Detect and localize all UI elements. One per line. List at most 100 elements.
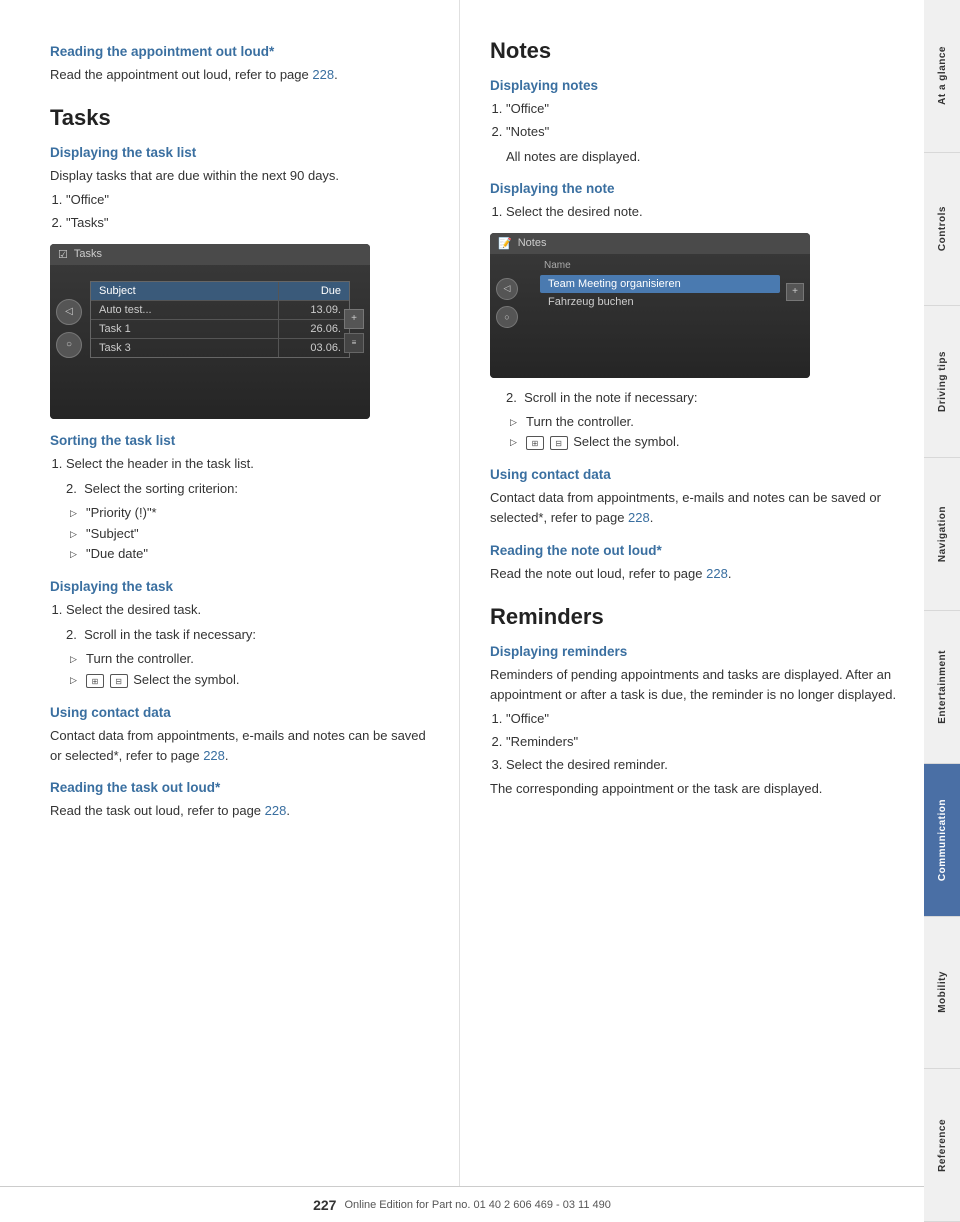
displaying-notes-steps: "Office" "Notes" [506, 99, 904, 143]
col-due-header: Due [279, 282, 349, 300]
symbol-icon-1: ⊞ [86, 674, 104, 688]
displaying-task-bullets: Turn the controller. ⊞ ⊟ Select the symb… [70, 649, 429, 691]
reading-note-loud-body: Read the note out loud, refer to page 22… [490, 564, 904, 584]
note-turn-controller: Turn the controller. [510, 412, 904, 433]
sorting-priority: "Priority (!)"* [70, 503, 429, 524]
notes-item-2: Fahrzeug buchen [540, 293, 780, 311]
sidebar-item-reference[interactable]: Reference [924, 1069, 960, 1222]
displaying-task-list-body: Display tasks that are due within the ne… [50, 166, 429, 186]
notes-icon: 📝 [498, 237, 512, 250]
sorting-task-list-title: Sorting the task list [50, 433, 429, 448]
using-contact-data-right-section: Using contact data Contact data from app… [490, 467, 904, 528]
sidebar-label-controls: Controls [937, 206, 948, 251]
sidebar-item-entertainment[interactable]: Entertainment [924, 611, 960, 764]
reminder-step-3: Select the desired reminder. [506, 755, 904, 776]
reading-task-loud-title: Reading the task out loud* [50, 780, 429, 795]
sorting-due-date: "Due date" [70, 544, 429, 565]
displaying-note-title: Displaying the note [490, 181, 904, 196]
sidebar-label-entertainment: Entertainment [937, 650, 948, 724]
using-contact-data-left-title: Using contact data [50, 705, 429, 720]
reminders-title: Reminders [490, 604, 904, 630]
task-screen-title: Tasks [74, 248, 102, 260]
right-column: Notes Displaying notes "Office" "Notes" … [460, 0, 924, 1186]
sidebar-item-at-a-glance[interactable]: At a glance [924, 0, 960, 153]
using-contact-data-right-body: Contact data from appointments, e-mails … [490, 488, 904, 528]
sidebar-item-mobility[interactable]: Mobility [924, 917, 960, 1070]
sidebar: At a glance Controls Driving tips Naviga… [924, 0, 960, 1222]
reading-appointment-link[interactable]: 228 [312, 67, 334, 82]
sidebar-label-navigation: Navigation [937, 506, 948, 562]
sorting-step-1: Select the header in the task list. [66, 454, 429, 475]
sidebar-item-driving-tips[interactable]: Driving tips [924, 306, 960, 459]
displaying-task-title: Displaying the task [50, 579, 429, 594]
task-loud-link[interactable]: 228 [265, 803, 287, 818]
task-screen-titlebar: ☑ Tasks [50, 244, 370, 265]
displaying-task-list-title: Displaying the task list [50, 145, 429, 160]
notes-step-office: "Office" [506, 99, 904, 120]
note-loud-link[interactable]: 228 [706, 566, 728, 581]
reminder-step-1: "Office" [506, 709, 904, 730]
screen-menu-btn: ≡ [344, 333, 364, 353]
notes-item-1: Team Meeting organisieren [540, 275, 780, 293]
notes-ok-ctrl: ○ [496, 306, 518, 328]
displaying-note-steps: Select the desired note. [506, 202, 904, 223]
sorting-step-2-label: 2. Select the sorting criterion: [66, 479, 429, 499]
displaying-note-section: Displaying the note Select the desired n… [490, 181, 904, 454]
sidebar-label-driving-tips: Driving tips [937, 351, 948, 412]
contact-data-right-link[interactable]: 228 [628, 510, 650, 525]
sidebar-label-at-a-glance: At a glance [937, 46, 948, 105]
displaying-task-steps: Select the desired task. [66, 600, 429, 621]
note-symbol-icon-2: ⊟ [550, 436, 568, 450]
displaying-task-section: Displaying the task Select the desired t… [50, 579, 429, 691]
displaying-task-list-steps: "Office" "Tasks" [66, 190, 429, 234]
sidebar-label-reference: Reference [937, 1119, 948, 1172]
step-office: "Office" [66, 190, 429, 211]
footer-text: Online Edition for Part no. 01 40 2 606 … [344, 1199, 610, 1211]
symbol-icon-2: ⊟ [110, 674, 128, 688]
tasks-section: Tasks Displaying the task list Display t… [50, 105, 429, 821]
task-turn-controller: Turn the controller. [70, 649, 429, 670]
task-row-3: Task 3 03.06. [91, 338, 349, 357]
displaying-notes-section: Displaying notes "Office" "Notes" All no… [490, 78, 904, 167]
displaying-reminders-result: The corresponding appointment or the tas… [490, 779, 904, 799]
contact-data-left-link[interactable]: 228 [203, 748, 225, 763]
displaying-reminders-section: Displaying reminders Reminders of pendin… [490, 644, 904, 800]
sidebar-item-communication[interactable]: Communication [924, 764, 960, 917]
sorting-steps: Select the header in the task list. [66, 454, 429, 475]
footer: 227 Online Edition for Part no. 01 40 2 … [0, 1186, 924, 1222]
sidebar-item-controls[interactable]: Controls [924, 153, 960, 306]
sorting-subject: "Subject" [70, 524, 429, 545]
notes-screen-title: Notes [518, 237, 547, 249]
displaying-task-step-2-label: 2. Scroll in the task if necessary: [66, 625, 429, 645]
notes-left-ctrl: ◁ [496, 278, 518, 300]
using-contact-data-left-body: Contact data from appointments, e-mails … [50, 726, 429, 766]
displaying-task-list-section: Displaying the task list Display tasks t… [50, 145, 429, 419]
sidebar-item-navigation[interactable]: Navigation [924, 458, 960, 611]
reading-appointment-title: Reading the appointment out loud* [50, 44, 429, 59]
notes-screen-titlebar: 📝 Notes [490, 233, 810, 254]
using-contact-data-right-title: Using contact data [490, 467, 904, 482]
reminders-section: Reminders Displaying reminders Reminders… [490, 604, 904, 800]
reading-note-loud-section: Reading the note out loud* Read the note… [490, 543, 904, 584]
left-column: Reading the appointment out loud* Read t… [0, 0, 460, 1186]
step-tasks: "Tasks" [66, 213, 429, 234]
note-select-symbol: ⊞ ⊟ Select the symbol. [510, 432, 904, 453]
notes-title: Notes [490, 38, 904, 64]
sidebar-label-communication: Communication [937, 799, 948, 881]
notes-section: Notes Displaying notes "Office" "Notes" … [490, 38, 904, 584]
task-icon: ☑ [58, 248, 68, 261]
notes-plus-btn: + [786, 283, 804, 301]
note-symbol-icon-1: ⊞ [526, 436, 544, 450]
reading-task-loud-section: Reading the task out loud* Read the task… [50, 780, 429, 821]
note-step-2-label: 2. Scroll in the note if necessary: [506, 388, 904, 408]
reading-appointment-section: Reading the appointment out loud* Read t… [50, 44, 429, 85]
displaying-reminders-title: Displaying reminders [490, 644, 904, 659]
displaying-task-step-1: Select the desired task. [66, 600, 429, 621]
displaying-reminders-steps: "Office" "Reminders" Select the desired … [506, 709, 904, 775]
notes-name-label: Name [540, 260, 780, 271]
reading-note-loud-title: Reading the note out loud* [490, 543, 904, 558]
sorting-task-list-section: Sorting the task list Select the header … [50, 433, 429, 565]
screen-ok-ctrl: ○ [56, 332, 82, 358]
task-row-2: Task 1 26.06. [91, 319, 349, 338]
tasks-title: Tasks [50, 105, 429, 131]
